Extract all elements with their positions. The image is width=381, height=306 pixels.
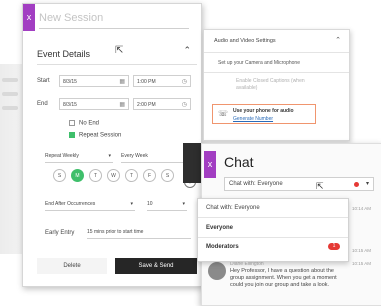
start-date-field[interactable]: 8/3/15 ▦	[59, 75, 129, 87]
background-line	[2, 78, 18, 82]
dropdown-header: Chat with: Everyone	[206, 205, 260, 211]
chat-audience-dropdown: Chat with: Everyone Everyone Moderators …	[197, 198, 349, 262]
occurrences-value: 10	[147, 201, 153, 207]
chat-audience-select[interactable]: Chat with: Everyone ▾	[224, 177, 374, 191]
day-toggle-wednesday[interactable]: W	[107, 169, 120, 182]
end-time-field[interactable]: 2:00 PM ◷	[133, 98, 191, 110]
repeat-frequency-value: Repeat Weekly	[45, 153, 79, 159]
day-toggle-thursday[interactable]: T	[125, 169, 138, 182]
calendar-icon: ▦	[119, 79, 125, 85]
day-toggle-monday[interactable]: M	[71, 169, 84, 182]
start-time-field[interactable]: 1:00 PM ◷	[133, 75, 191, 87]
day-toggle-sunday[interactable]: S	[53, 169, 66, 182]
chevron-up-icon[interactable]: ⌃	[335, 36, 341, 44]
audio-video-title: Audio and Video Settings	[214, 38, 276, 44]
repeat-every-value: Every Week	[121, 153, 148, 159]
checkbox-icon	[69, 120, 75, 126]
end-label: End	[37, 101, 48, 107]
divider	[198, 237, 348, 238]
repeat-frequency-select[interactable]: Repeat Weekly ▾	[45, 151, 113, 163]
chevron-up-icon: ⌃	[183, 45, 191, 55]
divider	[198, 217, 348, 218]
save-send-button[interactable]: Save & Send	[115, 258, 197, 274]
start-label: Start	[37, 78, 50, 84]
start-date-value: 8/3/15	[63, 79, 77, 85]
message-timestamp: 10:15 AM	[352, 248, 372, 253]
no-end-label: No End	[79, 120, 100, 127]
checked-checkbox-icon	[69, 132, 75, 138]
chat-audience-value: Chat with: Everyone	[229, 181, 283, 187]
phone-audio-option[interactable]: ☏ Use your phone for audio Generate Numb…	[212, 104, 316, 124]
repeat-session-checkbox[interactable]: Repeat Session	[69, 132, 121, 139]
end-after-value: End After Occurrences	[45, 201, 96, 207]
audio-video-panel: Audio and Video Settings ⌃ Set up your C…	[203, 29, 350, 141]
clock-icon: ◷	[181, 102, 187, 108]
end-date-value: 8/3/15	[63, 102, 77, 108]
divider	[204, 52, 349, 53]
chat-title: Chat	[224, 154, 254, 170]
early-entry-label: Early Entry	[45, 230, 75, 236]
divider	[37, 64, 197, 65]
day-toggle-friday[interactable]: F	[143, 169, 156, 182]
message-timestamp: 10:15 AM	[352, 261, 372, 266]
record-indicator-icon	[354, 182, 359, 187]
chevron-down-icon: ▾	[182, 201, 185, 207]
close-icon: x	[207, 159, 213, 169]
event-details-title: Event Details	[37, 49, 91, 59]
session-panel: x New Session Event Details ⌃ ⇱ Start 8/…	[22, 3, 202, 287]
cursor-icon: ⇱	[316, 181, 324, 191]
calendar-icon: ▦	[119, 102, 125, 108]
delete-button[interactable]: Delete	[37, 258, 107, 274]
divider	[204, 72, 349, 73]
option-moderators[interactable]: Moderators	[206, 244, 239, 250]
chevron-down-icon: ▾	[130, 201, 133, 207]
session-title-input[interactable]: New Session	[39, 8, 189, 29]
cursor-icon: ⇱	[115, 45, 124, 56]
background-line	[2, 92, 18, 96]
end-after-select[interactable]: End After Occurrences ▾	[45, 199, 135, 211]
repeat-every-select[interactable]: Every Week ▾	[121, 151, 191, 163]
repeat-session-label: Repeat Session	[79, 132, 122, 139]
close-chat-button[interactable]: x	[204, 151, 216, 178]
no-end-checkbox[interactable]: No End	[69, 120, 99, 127]
message-timestamp: 10:14 AM	[352, 206, 372, 211]
avatar	[208, 262, 226, 280]
day-toggle-tuesday[interactable]: T	[89, 169, 102, 182]
close-session-button[interactable]: x	[23, 4, 35, 31]
early-entry-value: 15 mins prior to start time	[87, 229, 144, 235]
message-text: Hey Professor, I have a question about t…	[230, 268, 337, 288]
phone-audio-title: Use your phone for audio	[233, 108, 294, 114]
start-time-value: 1:00 PM	[137, 79, 156, 85]
day-toggle-saturday[interactable]: S	[161, 169, 174, 182]
chevron-down-icon: ▾	[365, 181, 369, 187]
phone-icon: ☏	[218, 109, 229, 118]
close-icon: x	[26, 12, 32, 22]
closed-captions-option[interactable]: Enable Closed Captions (when available)	[236, 78, 306, 92]
camera-mic-setup-link[interactable]: Set up your Camera and Microphone	[218, 60, 300, 66]
clock-icon: ◷	[181, 79, 187, 85]
early-entry-select[interactable]: 15 mins prior to start time	[87, 227, 191, 239]
end-date-field[interactable]: 8/3/15 ▦	[59, 98, 129, 110]
end-time-value: 2:00 PM	[137, 102, 156, 108]
chevron-down-icon: ▾	[108, 153, 111, 159]
option-everyone[interactable]: Everyone	[206, 225, 233, 231]
background-line	[2, 106, 18, 110]
generate-number-link[interactable]: Generate Number	[233, 116, 273, 122]
occurrences-select[interactable]: 10 ▾	[147, 199, 187, 211]
unread-badge: 1	[328, 243, 340, 250]
